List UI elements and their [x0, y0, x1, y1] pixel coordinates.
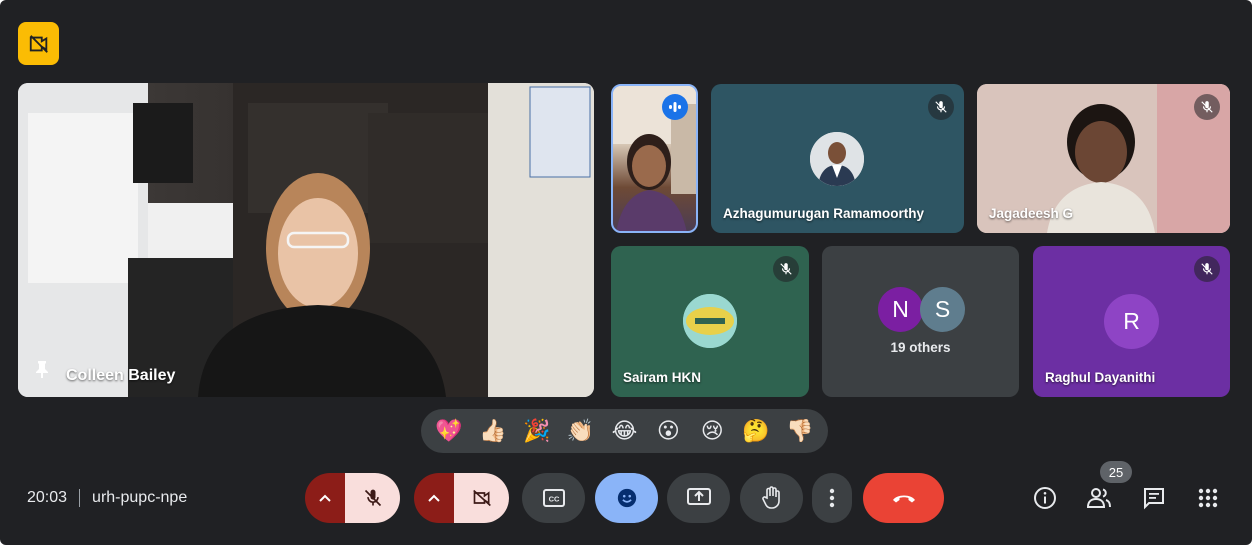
mic-off-icon — [928, 94, 954, 120]
mic-off-icon — [364, 489, 381, 507]
reaction-thumbs-up[interactable]: 👍🏻 — [475, 420, 511, 442]
chevron-up-icon — [428, 494, 440, 502]
reaction-laugh[interactable]: 😂 — [606, 420, 642, 442]
camera-off-button[interactable] — [454, 473, 509, 523]
camera-control — [414, 473, 509, 523]
avatar: S — [920, 287, 965, 332]
emoji-icon — [617, 488, 636, 508]
reactions-bar: 💖 👍🏻 🎉 👏🏻 😂 😮 😢 🤔 👎🏻 — [421, 409, 828, 453]
avatar: R — [1104, 294, 1159, 349]
meet-window: Colleen Bailey Azhagumurugan Ramamoorthy — [0, 0, 1252, 545]
others-count-label: 19 others — [890, 340, 951, 355]
activities-button[interactable] — [1193, 483, 1223, 513]
avatar: N — [878, 287, 923, 332]
participant-name: Sairam HKN — [623, 370, 702, 385]
reaction-heart[interactable]: 💖 — [431, 420, 467, 442]
reaction-party[interactable]: 🎉 — [519, 420, 555, 442]
raise-hand-icon — [761, 486, 780, 509]
meeting-time: 20:03 — [27, 489, 68, 506]
reaction-surprised[interactable]: 😮 — [650, 420, 686, 442]
avatar — [810, 132, 864, 186]
participant-count-badge: 25 — [1100, 461, 1132, 483]
meeting-details-button[interactable] — [1030, 483, 1060, 513]
more-vert-icon — [829, 488, 835, 508]
no-video-recording-icon[interactable] — [18, 22, 59, 65]
chat-button[interactable] — [1139, 483, 1169, 513]
mic-control — [305, 473, 400, 523]
mic-off-icon — [1194, 94, 1220, 120]
reaction-sad[interactable]: 😢 — [694, 420, 730, 442]
chat-icon — [1144, 488, 1164, 510]
closed-captions-icon: CC — [542, 489, 565, 507]
audio-wave-icon — [662, 94, 688, 120]
participant-tile[interactable]: R Raghul Dayanithi — [1033, 246, 1230, 397]
participant-tile-speaking[interactable] — [611, 84, 698, 233]
participant-name: Colleen Bailey — [66, 367, 176, 384]
leave-call-button[interactable] — [863, 473, 944, 523]
audio-options-button[interactable] — [305, 473, 345, 523]
reaction-thumbs-down[interactable]: 👎🏻 — [782, 420, 818, 442]
mic-off-button[interactable] — [345, 473, 400, 523]
divider — [79, 489, 81, 507]
chevron-up-icon — [319, 494, 331, 502]
reaction-thinking[interactable]: 🤔 — [738, 420, 774, 442]
present-screen-icon — [686, 488, 711, 505]
participant-tile[interactable]: Jagadeesh G — [977, 84, 1230, 233]
camera-off-icon — [472, 489, 491, 507]
more-options-button[interactable] — [812, 473, 852, 523]
present-button[interactable] — [667, 473, 730, 523]
mic-off-icon — [773, 256, 799, 282]
pin-icon[interactable] — [34, 360, 50, 383]
captions-button[interactable]: CC — [522, 473, 585, 523]
others-tile[interactable]: N S 19 others — [822, 246, 1019, 397]
participant-tile[interactable]: Sairam HKN — [611, 246, 809, 397]
participant-name: Jagadeesh G — [989, 206, 1074, 221]
people-button[interactable] — [1084, 483, 1114, 513]
call-end-icon — [892, 495, 915, 503]
avatar — [683, 294, 737, 348]
raise-hand-button[interactable] — [740, 473, 803, 523]
info-icon — [1034, 487, 1056, 509]
meeting-info: 20:03 urh-pupc-npe — [27, 487, 187, 509]
reaction-clap[interactable]: 👏🏻 — [563, 420, 599, 442]
people-icon — [1086, 488, 1111, 508]
video-options-button[interactable] — [414, 473, 454, 523]
participant-tile[interactable]: Azhagumurugan Ramamoorthy — [711, 84, 964, 233]
main-video-feed — [18, 83, 594, 397]
emoji-reactions-button[interactable] — [595, 473, 658, 523]
svg-text:CC: CC — [548, 495, 559, 504]
main-video-tile[interactable]: Colleen Bailey — [18, 83, 594, 397]
participant-name: Raghul Dayanithi — [1045, 370, 1156, 385]
mic-off-icon — [1194, 256, 1220, 282]
participant-name: Azhagumurugan Ramamoorthy — [723, 206, 925, 221]
apps-grid-icon — [1198, 488, 1218, 508]
meeting-code[interactable]: urh-pupc-npe — [92, 489, 187, 507]
